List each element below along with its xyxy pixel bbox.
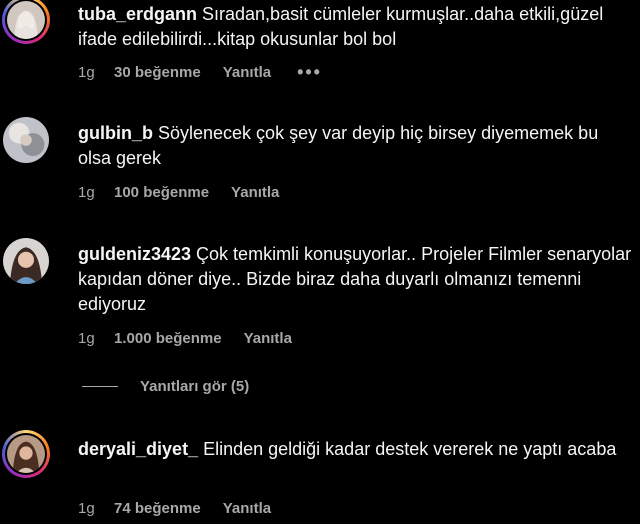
comment-age: 1g [78, 330, 95, 347]
avatar[interactable] [2, 116, 50, 164]
like-count[interactable]: 1.000 beğenme [114, 330, 222, 347]
avatar[interactable] [2, 237, 50, 285]
comment-username[interactable]: deryali_diyet_ [78, 439, 198, 459]
avatar[interactable] [2, 430, 50, 478]
comment-username[interactable]: gulbin_b [78, 123, 153, 143]
comment-age: 1g [78, 500, 95, 517]
view-replies-label[interactable]: Yanıtları gör (5) [140, 378, 249, 395]
profile-avatar-icon [3, 117, 49, 163]
profile-avatar-icon [7, 1, 45, 39]
avatar[interactable] [2, 0, 50, 44]
like-count[interactable]: 30 beğenme [114, 64, 201, 81]
reply-button[interactable]: Yanıtla [223, 64, 271, 81]
comment-age: 1g [78, 64, 95, 81]
view-replies-button[interactable]: Yanıtları gör (5) [82, 378, 249, 395]
comment-meta: 1g 30 beğenme Yanıtla ••• [78, 62, 322, 83]
profile-avatar-icon [7, 435, 45, 473]
comment-meta: 1g 74 beğenme Yanıtla [78, 500, 271, 517]
divider-line [82, 386, 118, 387]
profile-avatar-icon [3, 238, 49, 284]
comment-body: Söylenecek çok şey var deyip hiç birsey … [78, 123, 599, 168]
like-count[interactable]: 100 beğenme [114, 184, 209, 201]
comment-text-block: deryali_diyet_ Elinden geldiği kadar dest… [78, 437, 633, 462]
like-count[interactable]: 74 beğenme [114, 500, 201, 517]
comment-age: 1g [78, 184, 95, 201]
more-options-icon[interactable]: ••• [297, 62, 322, 83]
reply-button[interactable]: Yanıtla [244, 330, 292, 347]
comment-text-block: tuba_erdgann Sıradan,basit cümleler kurmu… [78, 2, 633, 52]
comment-text-block: gulbin_b Söylenecek çok şey var deyip hiç… [78, 121, 633, 171]
comment-body: Elinden geldiği kadar destek vererek ne … [203, 439, 617, 459]
comment-meta: 1g 100 beğenme Yanıtla [78, 184, 279, 201]
comment-text-block: guldeniz3423 Çok temkimli konuşuyorlar.. … [78, 242, 633, 317]
reply-button[interactable]: Yanıtla [231, 184, 279, 201]
comment-username[interactable]: guldeniz3423 [78, 244, 191, 264]
comment-meta: 1g 1.000 beğenme Yanıtla [78, 330, 292, 347]
reply-button[interactable]: Yanıtla [223, 500, 271, 517]
comment-username[interactable]: tuba_erdgann [78, 4, 197, 24]
